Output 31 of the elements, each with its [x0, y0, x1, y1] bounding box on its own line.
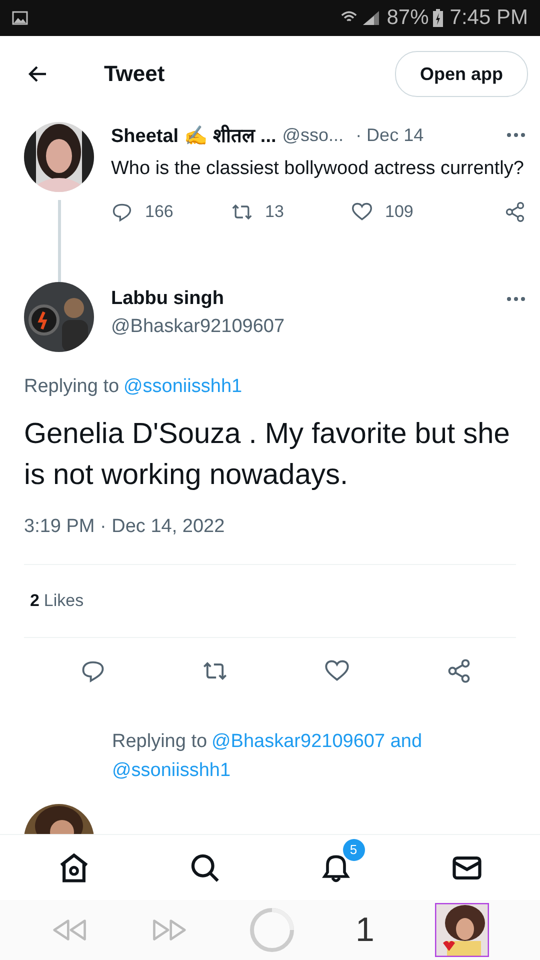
- signal-icon: [362, 10, 380, 26]
- notification-badge: 5: [342, 838, 364, 860]
- tweet-text: Who is the classiest bollywood actress currently?: [111, 157, 525, 181]
- page-title: Tweet: [104, 61, 166, 87]
- battery-percentage: 87%: [386, 6, 429, 30]
- reply-count: 166: [145, 202, 174, 222]
- replying-label: Replying to: [24, 376, 120, 397]
- tweet-text: Genelia D'Souza . My favorite but she is not working nowadays.: [24, 417, 511, 493]
- likes-count[interactable]: 2: [30, 591, 40, 610]
- heart-icon[interactable]: [351, 201, 373, 223]
- author-handle[interactable]: @Bhaskar92109607: [111, 316, 285, 338]
- more-icon[interactable]: [506, 296, 526, 302]
- loading-spinner-icon: [248, 907, 295, 953]
- author-name[interactable]: Sheetal ✍ शीतल ...: [111, 122, 276, 148]
- tweet-timestamp: 3:19 PM · Dec 14, 2022: [24, 516, 516, 565]
- reply-icon[interactable]: [111, 201, 133, 223]
- retweet-count: 13: [265, 202, 284, 222]
- tweet-date[interactable]: · Dec 14: [356, 124, 424, 146]
- open-app-button[interactable]: Open app: [394, 51, 528, 97]
- replying-label: Replying to: [112, 731, 208, 752]
- likes-label[interactable]: Likes: [44, 591, 84, 610]
- battery-icon: [432, 9, 443, 27]
- like-count: 109: [385, 202, 414, 222]
- share-icon[interactable]: [446, 658, 472, 684]
- clock: 7:45 PM: [450, 6, 528, 30]
- tab-count[interactable]: 1: [356, 910, 374, 950]
- more-icon[interactable]: [506, 132, 526, 138]
- author-handle[interactable]: @sso...: [282, 124, 344, 146]
- author-name[interactable]: Labbu singh: [111, 288, 285, 310]
- image-icon: [12, 11, 28, 25]
- share-icon[interactable]: [504, 201, 526, 223]
